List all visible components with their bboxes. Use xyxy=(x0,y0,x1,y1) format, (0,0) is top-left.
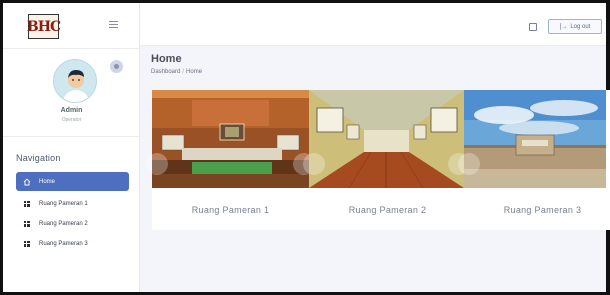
navigation-heading: Navigation xyxy=(16,153,61,163)
profile-name: Admin xyxy=(60,107,83,114)
main-content: Home Dashboard / Home Ruang Pameran 1 Ru… xyxy=(140,46,610,292)
logo[interactable]: BHC xyxy=(26,14,61,39)
sidebar-item-label: Ruang Pameran 2 xyxy=(39,220,88,227)
breadcrumb-current: Home xyxy=(186,69,203,75)
brand-area: BHC xyxy=(3,3,139,49)
logout-label: Log out xyxy=(570,23,591,30)
sidebar-item-label: Ruang Pameran 1 xyxy=(39,200,88,207)
exhibition-card-1[interactable]: Ruang Pameran 1 xyxy=(146,90,315,230)
profile-settings-icon[interactable] xyxy=(110,60,123,73)
page-title: Home xyxy=(151,53,182,65)
grid-icon xyxy=(22,200,31,207)
sidebar-item-ruang-pameran-3[interactable]: Ruang Pameran 3 xyxy=(16,234,129,253)
menu-toggle-icon[interactable] xyxy=(109,21,118,29)
exhibition-card-label: Ruang Pameran 2 xyxy=(348,205,427,215)
topbar: [→ Log out xyxy=(140,3,606,46)
logo-text: BHC xyxy=(26,18,61,35)
logout-icon: [→ xyxy=(559,23,568,30)
sidebar-item-label: Home xyxy=(39,178,56,185)
profile-role: Operator xyxy=(61,117,82,123)
sidebar-item-ruang-pameran-1[interactable]: Ruang Pameran 1 xyxy=(16,194,129,213)
exhibition-room-2-image xyxy=(309,90,464,188)
avatar[interactable] xyxy=(53,59,97,103)
fullscreen-icon[interactable] xyxy=(529,23,537,31)
exhibition-card-2[interactable]: Ruang Pameran 2 xyxy=(303,90,470,230)
exhibition-card-label: Ruang Pameran 3 xyxy=(503,205,582,215)
grid-icon xyxy=(22,220,31,227)
exhibition-room-3-image xyxy=(464,90,606,188)
breadcrumb-dashboard[interactable]: Dashboard xyxy=(151,69,180,75)
carousel-prev-icon[interactable] xyxy=(303,153,325,175)
sidebar-item-label: Ruang Pameran 3 xyxy=(39,240,88,247)
exhibition-room-1-image xyxy=(152,90,309,188)
exhibition-card-label: Ruang Pameran 1 xyxy=(191,205,270,215)
carousel-prev-icon[interactable] xyxy=(458,153,480,175)
sidebar-item-home[interactable]: Home xyxy=(16,172,129,191)
home-icon xyxy=(22,178,31,186)
breadcrumb: Dashboard / Home xyxy=(151,69,203,75)
grid-icon xyxy=(22,240,31,247)
carousel-prev-icon[interactable] xyxy=(146,153,168,175)
profile-panel: Admin Operator xyxy=(3,49,139,137)
exhibition-card-3[interactable]: Ruang Pameran 3 xyxy=(458,90,610,230)
logout-button[interactable]: [→ Log out xyxy=(548,19,602,34)
sidebar-item-ruang-pameran-2[interactable]: Ruang Pameran 2 xyxy=(16,214,129,233)
